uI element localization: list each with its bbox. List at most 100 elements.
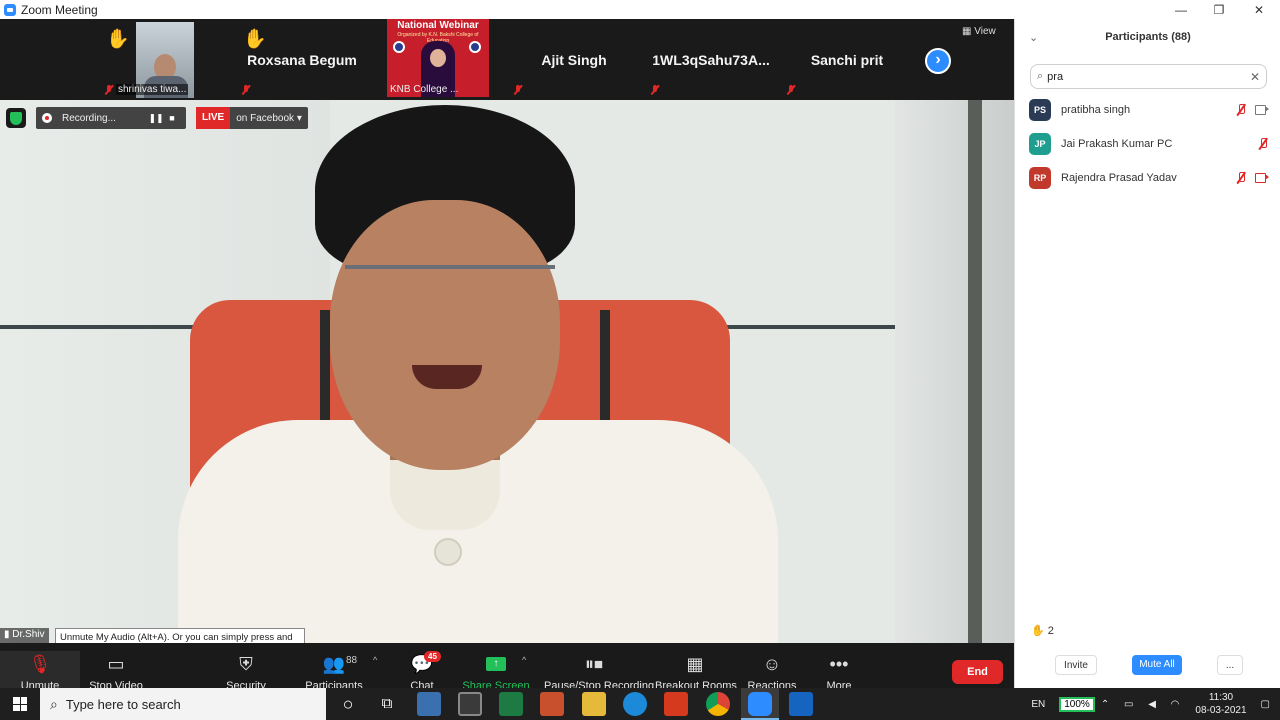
language-indicator[interactable]: EN [1031, 699, 1045, 710]
edge-icon[interactable] [623, 692, 647, 716]
app-icon[interactable] [540, 692, 564, 716]
speaker-glasses [345, 265, 555, 305]
recording-status: Recording... [62, 112, 116, 124]
college-seal-icon [469, 41, 481, 53]
participant-tile[interactable]: ✋ Roxsana Begum [237, 22, 367, 98]
participant-status [1235, 171, 1269, 185]
participant-row[interactable]: RP Rajendra Prasad Yadav [1029, 166, 1269, 190]
raised-hands-count: ✋ 2 [1031, 624, 1054, 637]
participant-search-input[interactable]: ⌕ pra ✕ [1030, 64, 1267, 89]
gallery-strip: ✋ shrinivas tiwa... ✋ Roxsana Begum Nati… [0, 19, 1014, 100]
pause-recording-button[interactable]: ❚❚ [148, 110, 164, 126]
taskbar-search-placeholder: Type here to search [65, 696, 181, 712]
next-page-button[interactable]: › [925, 48, 951, 74]
search-icon: ⌕ [1037, 70, 1044, 82]
participant-status [1235, 103, 1269, 117]
date: 08-03-2021 [1195, 705, 1247, 716]
speaker-name-label: ▮ Dr.Shiv [0, 628, 49, 643]
livestream-indicator[interactable]: LIVE on Facebook ▾ [196, 107, 308, 129]
end-meeting-button[interactable]: End [952, 660, 1003, 684]
clear-search-icon[interactable]: ✕ [1250, 70, 1260, 84]
title-bar: Zoom Meeting — ❐ ✕ [0, 0, 1280, 19]
search-icon: ⌕ [50, 695, 58, 712]
minimize-button[interactable]: — [1162, 0, 1200, 19]
participant-row[interactable]: JP Jai Prakash Kumar PC [1029, 132, 1269, 156]
windows-taskbar: ⌕ Type here to search ○ ⧉ EN 100% ⌃ ▭ ◀ … [0, 688, 1280, 720]
chrome-icon[interactable] [706, 692, 730, 716]
maximize-button[interactable]: ❐ [1200, 0, 1238, 19]
file-explorer-icon[interactable] [582, 692, 606, 716]
office-icon[interactable] [664, 692, 688, 716]
store-icon[interactable] [458, 692, 482, 716]
avatar: JP [1029, 133, 1051, 155]
raised-hands-value: 2 [1047, 625, 1054, 637]
participants-caret-icon[interactable]: ^ [373, 655, 377, 665]
participant-tile[interactable]: Sanchi prit [782, 22, 912, 98]
excel-icon[interactable] [499, 692, 523, 716]
shield-icon: ⛨ [239, 653, 253, 674]
participants-icon: 👥 [322, 653, 346, 674]
mic-muted-icon[interactable] [1235, 103, 1247, 117]
participant-status [1257, 137, 1269, 151]
battery-percent[interactable]: 100% [1059, 696, 1095, 712]
time: 11:30 [1208, 692, 1234, 703]
webinar-title: National Webinar [397, 20, 479, 31]
participant-tile[interactable]: Ajit Singh [509, 22, 639, 98]
grid-icon: ▦ [962, 26, 975, 37]
participant-name: Roxsana Begum [247, 52, 357, 68]
more-options-button[interactable]: ... [1217, 655, 1243, 675]
participant-name: Sanchi prit [810, 52, 884, 68]
livestream-destination[interactable]: on Facebook ▾ [230, 113, 308, 124]
invite-button[interactable]: Invite [1055, 655, 1097, 675]
participant-name: Ajit Singh [541, 52, 607, 68]
avatar: RP [1029, 167, 1051, 189]
record-dot-icon [42, 113, 52, 123]
webinar-banner-tile[interactable]: National Webinar Organized by K.N. Baksh… [387, 19, 489, 97]
participant-name: Rajendra Prasad Yadav [1061, 172, 1177, 184]
app-icon[interactable] [417, 692, 441, 716]
participant-name: 1WL3qSahu73A... [652, 52, 770, 68]
camera-icon: ▭ [107, 653, 125, 674]
participant-tile[interactable]: 1WL3qSahu73A... [646, 22, 776, 98]
mic-muted-icon [241, 85, 251, 95]
notifications-icon[interactable]: ▢ [1261, 699, 1270, 710]
jacket-button [434, 538, 462, 566]
mic-muted-icon [104, 85, 114, 95]
college-logo-icon [393, 41, 405, 53]
mute-all-button[interactable]: Mute All [1132, 655, 1182, 675]
tray-icons[interactable]: ⌃ ▭ ◀ ◠ [1101, 699, 1186, 710]
mic-muted-icon [786, 85, 796, 95]
meeting-area: ✋ shrinivas tiwa... ✋ Roxsana Begum Nati… [0, 19, 1014, 707]
mic-muted-icon: 🎙 [28, 653, 52, 674]
raised-hand-icon: ✋ [243, 29, 267, 50]
search-value[interactable]: pra [1047, 71, 1063, 83]
start-button[interactable] [0, 688, 40, 720]
stop-recording-button[interactable]: ■ [164, 110, 180, 126]
view-button[interactable]: ▦ View [962, 26, 996, 37]
chat-unread-badge: 45 [424, 651, 441, 662]
participant-tile[interactable]: ✋ shrinivas tiwa... [100, 22, 230, 98]
active-speaker-video [0, 100, 1014, 643]
background-door [895, 100, 1014, 643]
participant-name: KNB College ... [390, 84, 459, 95]
participant-row[interactable]: PS pratibha singh [1029, 98, 1269, 122]
encryption-shield-icon[interactable] [6, 108, 26, 128]
zoom-logo-icon [4, 3, 16, 16]
participant-name: Jai Prakash Kumar PC [1061, 138, 1173, 150]
clock[interactable]: 11:30 08-03-2021 [1195, 691, 1246, 717]
app-icon[interactable] [789, 692, 813, 716]
share-caret-icon[interactable]: ^ [522, 655, 526, 665]
participant-name: shrinivas tiwa... [116, 84, 189, 95]
door-frame [968, 100, 982, 643]
recording-indicator: Recording... ❚❚ ■ [36, 107, 186, 129]
mic-muted-icon [513, 85, 523, 95]
close-button[interactable]: ✕ [1240, 0, 1278, 19]
raised-hand-icon: ✋ [1031, 625, 1045, 637]
cortana-icon[interactable]: ○ [336, 692, 360, 716]
mic-muted-icon[interactable] [1257, 137, 1269, 151]
taskbar-search[interactable]: ⌕ Type here to search [40, 688, 326, 720]
windows-logo-icon [13, 697, 27, 711]
task-view-icon[interactable]: ⧉ [375, 692, 399, 716]
live-badge: LIVE [196, 107, 231, 129]
mic-muted-icon[interactable] [1235, 171, 1247, 185]
